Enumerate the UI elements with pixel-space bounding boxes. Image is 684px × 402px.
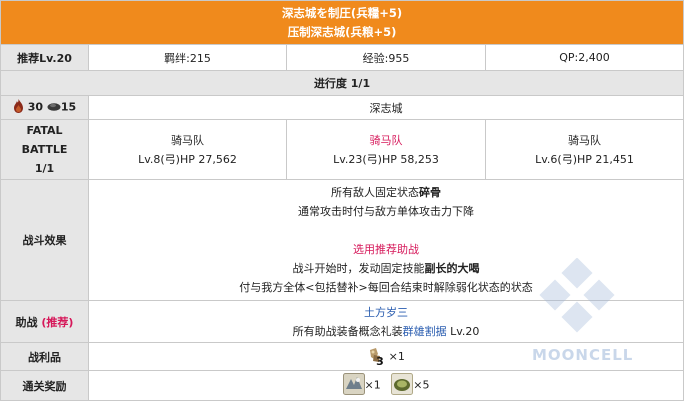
support-row: 助战 (推荐) 土方岁三 所有助战装备概念礼装群雄割据 Lv.20 <box>0 300 684 343</box>
drop-item-badge: 3 <box>376 354 384 368</box>
quest-title: 深志城を制圧(兵糧+5) 压制深志城(兵粮+5) <box>0 0 684 45</box>
effect-line-3: 战斗开始时，发动固定技能副长的大喝 <box>91 259 681 278</box>
enemy-cell-3: 骑马队 Lv.6(弓)HP 21,451 <box>484 119 684 180</box>
support-equip-link[interactable]: 群雄割据 <box>403 325 447 338</box>
effect-line-1: 所有敌人固定状态碎骨 <box>91 183 681 202</box>
effects-label: 战斗效果 <box>0 179 89 301</box>
progress-row: 进行度 1/1 <box>0 70 684 96</box>
effects-content: 所有敌人固定状态碎骨 通常攻击时付与敌方单体攻击力下降 选用推荐助战 战斗开始时… <box>87 179 684 301</box>
battle-row: FATAL BATTLE 1/1 骑马队 Lv.8(弓)HP 27,562 骑马… <box>0 119 684 180</box>
ap-icon <box>13 99 24 116</box>
support-equip-level: Lv.20 <box>450 324 480 338</box>
enemy-cell-1: 骑马队 Lv.8(弓)HP 27,562 <box>88 119 287 180</box>
recommend-title: 选用推荐助战 <box>353 243 420 256</box>
support-equip-line: 所有助战装备概念礼装群雄割据 Lv.20 <box>91 322 681 341</box>
reward-item-1-count: ×1 <box>364 378 381 392</box>
enemy-name: 骑马队 <box>171 133 204 147</box>
summary-row: 推荐Lv.20 羁绊:215 经验:955 QP:2,400 <box>0 44 684 71</box>
drop-item-icon[interactable]: 3 <box>367 347 385 368</box>
bond-value: 羁绊:215 <box>88 44 287 71</box>
effect-state-name: 碎骨 <box>419 186 442 199</box>
rewards-label: 通关奖励 <box>0 370 89 401</box>
enemy-stats: Lv.8(弓)HP 27,562 <box>138 152 237 166</box>
enemy-name: 骑马队 <box>369 133 403 147</box>
quest-title-jp: 深志城を制圧(兵糧+5) <box>281 5 403 20</box>
battle-label-2: BATTLE <box>21 143 68 156</box>
enemy-name: 骑马队 <box>568 133 602 147</box>
support-recommended-tag: (推荐) <box>41 315 74 329</box>
effect-spacer <box>91 221 681 240</box>
reward-item-2-count: ×5 <box>413 378 430 392</box>
quest-panel: 深志城を制圧(兵糧+5) 压制深志城(兵粮+5) 推荐Lv.20 羁绊:215 … <box>0 0 684 402</box>
enemy-stats: Lv.6(弓)HP 21,451 <box>535 152 634 166</box>
effects-row: 战斗效果 所有敌人固定状态碎骨 通常攻击时付与敌方单体攻击力下降 选用推荐助战 … <box>0 179 684 301</box>
enemy-cell-2: 骑马队 Lv.23(弓)HP 58,253 <box>286 119 486 180</box>
support-equip-text: 所有助战装备概念礼装 <box>292 324 403 338</box>
quest-title-cn: 压制深志城(兵粮+5) <box>287 24 397 39</box>
stage-cost: 30 15 <box>0 95 89 120</box>
drops-row: 战利品 3 ×1 <box>0 342 684 371</box>
drops-content: 3 ×1 <box>87 342 684 371</box>
battle-label-1: FATAL <box>26 124 63 137</box>
stage-row: 30 15 深志城 <box>0 95 684 120</box>
effect-line-2: 通常攻击时付与敌方单体攻击力下降 <box>298 205 475 218</box>
rewards-content: ×1 ×5 <box>87 370 684 401</box>
quest-header-row: 深志城を制圧(兵糧+5) 压制深志城(兵粮+5) <box>0 0 684 45</box>
drops-label: 战利品 <box>0 342 89 371</box>
effect-line-4: 付与我方全体<包括替补>每回合结束时解除弱化状态的状态 <box>239 281 533 294</box>
battle-label: FATAL BATTLE 1/1 <box>0 119 89 180</box>
quest-table: 深志城を制圧(兵糧+5) 压制深志城(兵粮+5) 推荐Lv.20 羁绊:215 … <box>0 0 684 401</box>
reward-item-1-icon[interactable] <box>342 373 365 398</box>
support-label: 助战 (推荐) <box>0 300 89 343</box>
qp-value: QP:2,400 <box>484 44 684 71</box>
effect-text: 战斗开始时，发动固定技能 <box>292 262 425 275</box>
bond-points-value: 15 <box>60 100 77 114</box>
effect-skill-name: 副长的大喝 <box>424 262 480 275</box>
exp-value: 经验:955 <box>286 44 486 71</box>
enemy-stats: Lv.23(弓)HP 58,253 <box>333 152 439 166</box>
rewards-row: 通关奖励 ×1 ×5 <box>0 370 684 401</box>
battle-label-3: 1/1 <box>34 162 55 175</box>
support-servant-link[interactable]: 土方岁三 <box>91 303 681 322</box>
recommended-level: 推荐Lv.20 <box>0 44 89 71</box>
progress-label: 进行度 1/1 <box>0 70 684 96</box>
support-label-text: 助战 <box>15 315 38 329</box>
bond-icon <box>47 101 61 114</box>
stage-location: 深志城 <box>87 95 684 120</box>
drop-item-count: ×1 <box>388 349 405 363</box>
reward-item-2-icon[interactable] <box>391 373 414 398</box>
ap-value: 30 <box>27 100 43 114</box>
support-content: 土方岁三 所有助战装备概念礼装群雄割据 Lv.20 <box>87 300 684 343</box>
effect-text: 所有敌人固定状态 <box>331 186 420 199</box>
